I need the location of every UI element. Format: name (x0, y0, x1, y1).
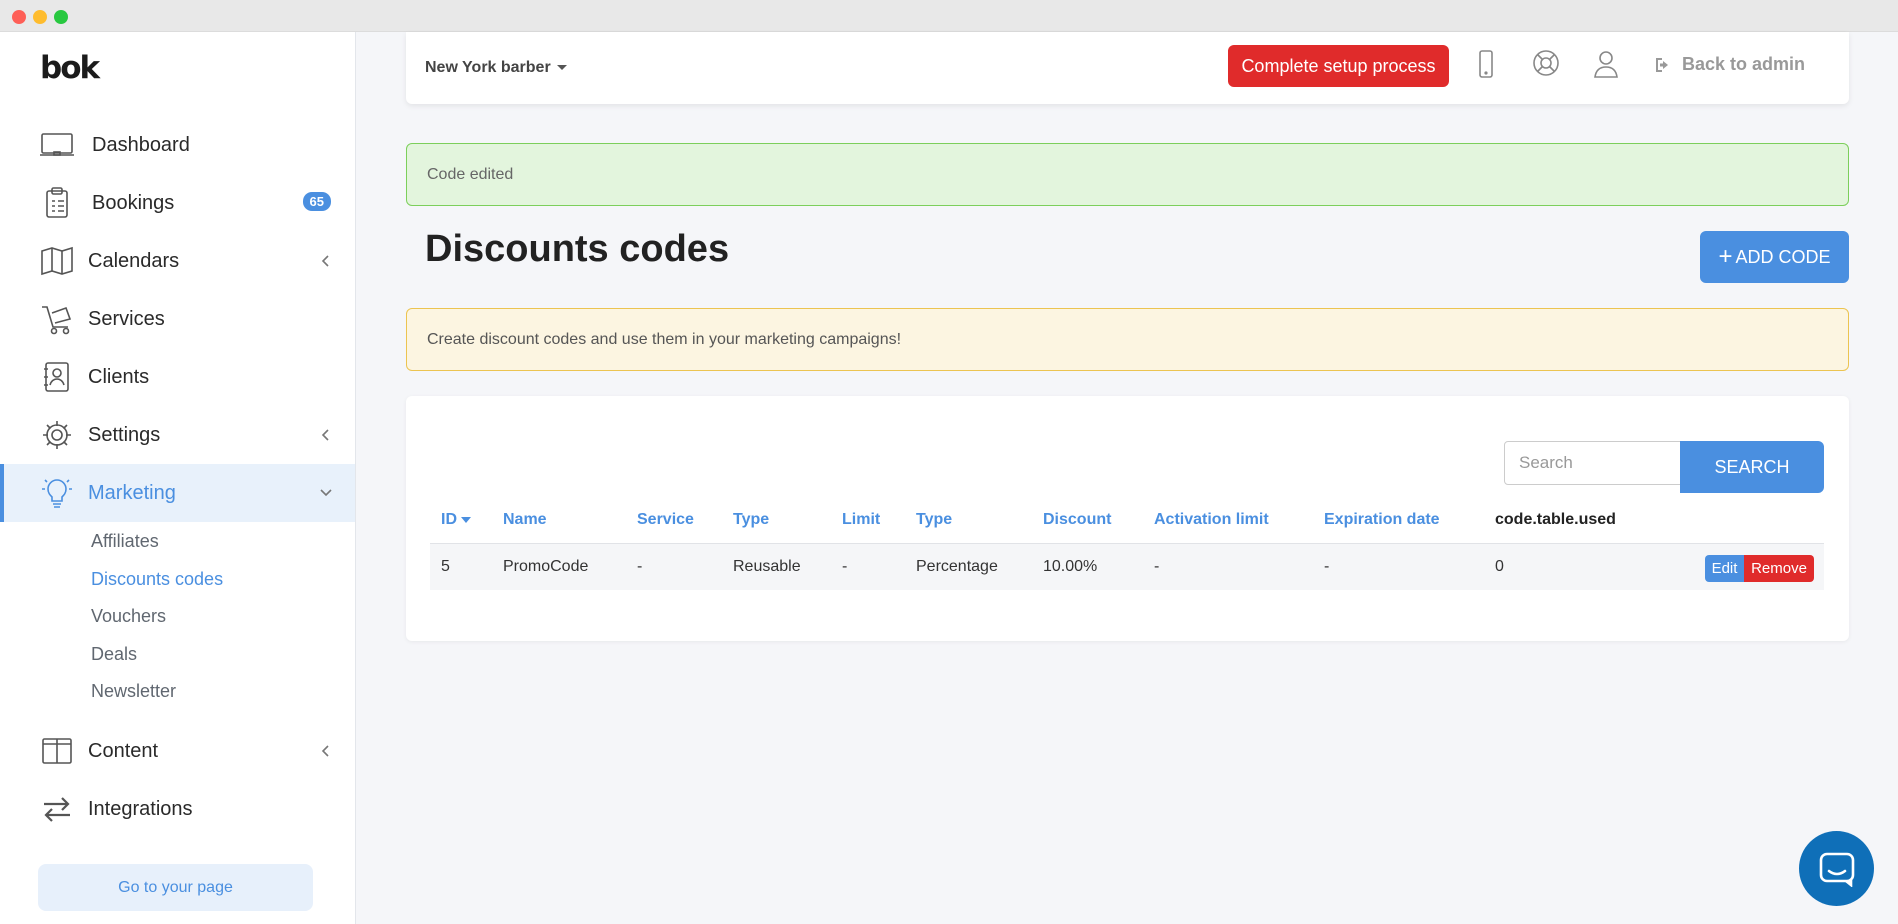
cart-icon (42, 306, 72, 335)
caret-down-icon (556, 65, 567, 71)
sidebar-item-content[interactable]: Content (0, 722, 355, 780)
complete-setup-button[interactable]: Complete setup process (1228, 45, 1449, 87)
success-alert: Code edited (406, 143, 1849, 206)
cell-discount: 10.00% (1043, 558, 1098, 575)
sidebar-item-label: Integrations (88, 797, 193, 820)
chevron-left-icon (321, 429, 329, 441)
sidebar-item-label: Bookings (92, 191, 175, 214)
column-header-used: code.table.used (1495, 511, 1616, 528)
column-header-type[interactable]: Type (733, 511, 769, 529)
arrows-icon (44, 797, 70, 822)
sidebar-item-label: Content (88, 739, 159, 762)
column-header-name[interactable]: Name (503, 511, 547, 529)
go-to-your-page-button[interactable]: Go to your page (38, 864, 313, 911)
sidebar-item-label: Services (88, 307, 165, 330)
cell-name: PromoCode (503, 558, 589, 575)
sidebar: bok Dashboard Bookings 65 Calendars Serv… (0, 32, 356, 924)
sidebar-item-calendars[interactable]: Calendars (0, 232, 355, 290)
discount-codes-card: SEARCH ID Name Service Type Limit Type D… (406, 396, 1849, 641)
column-header-label: ID (441, 511, 457, 528)
column-header-discount[interactable]: Discount (1043, 511, 1111, 529)
column-header-expiration-date[interactable]: Expiration date (1324, 511, 1440, 529)
gear-icon (43, 421, 71, 449)
sidebar-subitem-newsletter[interactable]: Newsletter (91, 681, 176, 702)
add-code-button[interactable]: + ADD CODE (1700, 231, 1849, 283)
store-name: New York barber (425, 59, 551, 76)
sidebar-item-settings[interactable]: Settings (0, 406, 355, 464)
cell-service: - (637, 558, 643, 575)
column-header-activation-limit[interactable]: Activation limit (1154, 511, 1269, 529)
column-header-limit[interactable]: Limit (842, 511, 880, 529)
bookings-count-badge: 65 (302, 192, 331, 211)
cell-activation-limit: - (1154, 558, 1160, 575)
chevron-down-icon (320, 489, 332, 497)
sidebar-item-label: Settings (88, 423, 161, 446)
sidebar-item-integrations[interactable]: Integrations (0, 780, 355, 838)
columns-icon (42, 738, 72, 764)
sort-desc-icon (461, 516, 471, 523)
mobile-phone-icon[interactable] (1470, 47, 1502, 81)
sign-out-icon (1656, 57, 1668, 72)
column-header-service[interactable]: Service (637, 511, 694, 529)
monitor-icon (40, 133, 74, 156)
search-input[interactable] (1504, 441, 1682, 485)
sidebar-subitem-affiliates[interactable]: Affiliates (91, 531, 159, 552)
chat-launcher-button[interactable] (1799, 831, 1874, 906)
sidebar-item-services[interactable]: Services (0, 290, 355, 348)
back-to-admin-link[interactable]: Back to admin (1654, 54, 1805, 75)
column-header-discount-type[interactable]: Type (916, 511, 952, 529)
cell-expiration-date: - (1324, 558, 1330, 575)
sidebar-subitem-discounts-codes[interactable]: Discounts codes (91, 569, 223, 590)
contact-card-icon (44, 362, 69, 392)
search-button[interactable]: SEARCH (1680, 441, 1824, 493)
column-header-id[interactable]: ID (441, 511, 471, 529)
sidebar-item-label: Marketing (88, 481, 176, 504)
chevron-left-icon (321, 745, 329, 757)
topbar: New York barber Complete setup process B… (406, 32, 1849, 104)
logo: bok (40, 50, 100, 86)
page-title: Discounts codes (425, 228, 730, 270)
edit-button[interactable]: Edit (1705, 555, 1744, 582)
close-window-button[interactable] (12, 10, 26, 24)
sidebar-item-label: Dashboard (92, 133, 190, 156)
map-icon (41, 246, 73, 276)
user-icon[interactable] (1590, 47, 1622, 81)
add-code-label: ADD CODE (1735, 246, 1831, 267)
maximize-window-button[interactable] (54, 10, 68, 24)
window-titlebar (0, 0, 1898, 32)
plus-icon: + (1718, 243, 1733, 270)
remove-button[interactable]: Remove (1744, 555, 1814, 582)
back-to-admin-label: Back to admin (1682, 54, 1806, 74)
lifebuoy-icon[interactable] (1530, 47, 1562, 81)
store-selector[interactable]: New York barber (425, 59, 567, 77)
chat-icon (1819, 852, 1854, 887)
sidebar-subitem-vouchers[interactable]: Vouchers (91, 606, 166, 627)
cell-type: Reusable (733, 558, 801, 575)
success-alert-text: Code edited (427, 165, 514, 183)
sidebar-item-label: Calendars (88, 249, 180, 272)
clipboard-icon (46, 187, 68, 218)
sidebar-item-marketing[interactable]: Marketing (0, 464, 355, 522)
sidebar-item-clients[interactable]: Clients (0, 348, 355, 406)
info-alert: Create discount codes and use them in yo… (406, 308, 1849, 371)
minimize-window-button[interactable] (33, 10, 47, 24)
sidebar-item-label: Clients (88, 365, 150, 388)
sidebar-item-bookings[interactable]: Bookings 65 (0, 174, 355, 232)
chevron-left-icon (321, 255, 329, 267)
sidebar-item-dashboard[interactable]: Dashboard (0, 116, 355, 174)
cell-discount-type: Percentage (916, 558, 998, 575)
cell-used: 0 (1495, 558, 1504, 575)
sidebar-subitem-deals[interactable]: Deals (91, 644, 137, 665)
lightbulb-icon (42, 479, 72, 508)
cell-id: 5 (441, 558, 450, 575)
cell-limit: - (842, 558, 848, 575)
info-alert-text: Create discount codes and use them in yo… (427, 330, 902, 348)
